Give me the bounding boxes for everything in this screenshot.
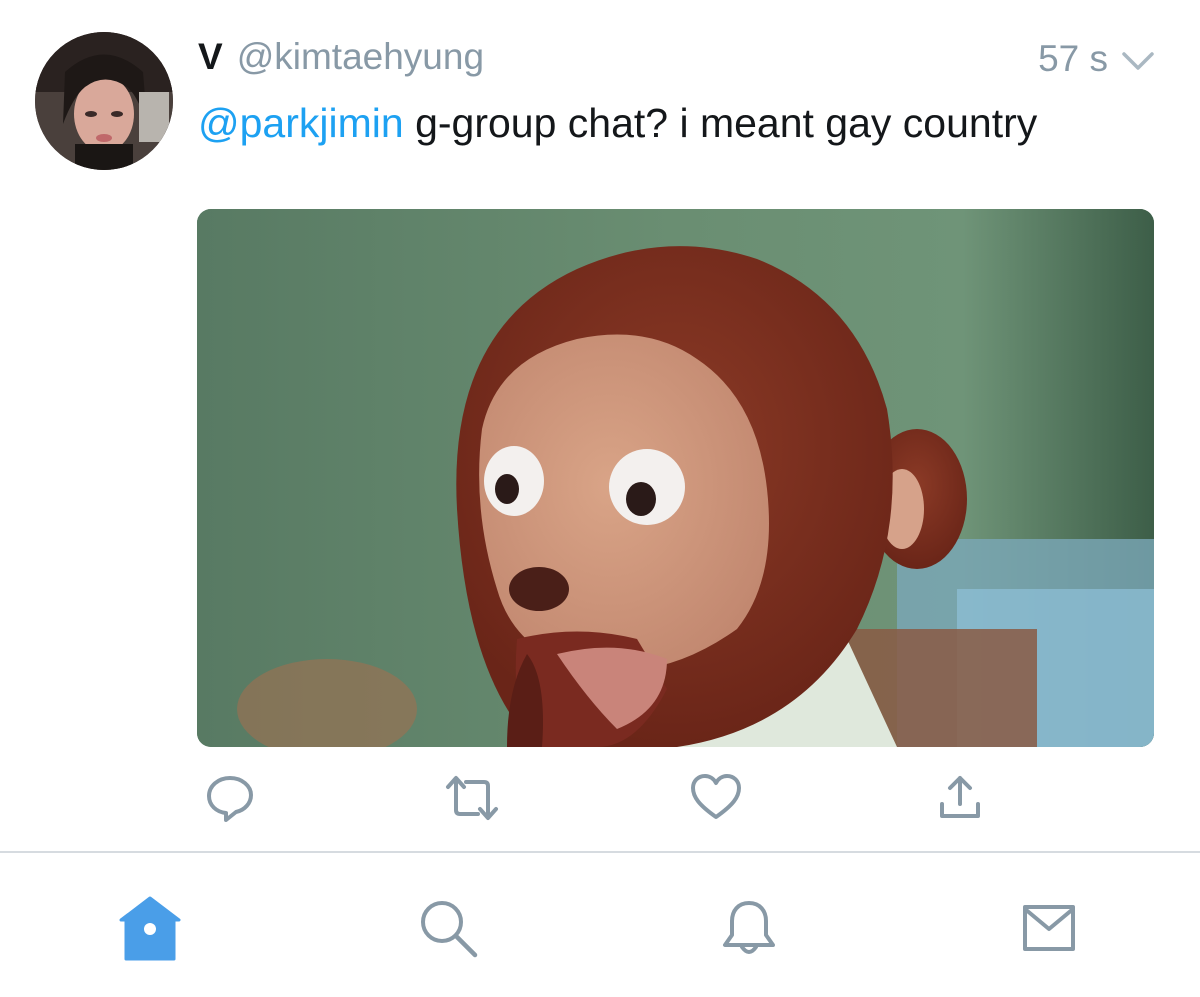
retweet-button[interactable]: [442, 770, 502, 826]
bell-icon: [723, 901, 775, 954]
tweet-actions: [0, 770, 1200, 826]
mail-icon: [1023, 905, 1075, 951]
search-icon: [421, 901, 478, 958]
chevron-down-icon[interactable]: [1120, 46, 1156, 76]
tab-home[interactable]: [115, 893, 185, 963]
monkey-puppet-image-icon: [197, 209, 1154, 747]
tweet-body: g-group chat? i meant gay country: [403, 100, 1038, 146]
user-handle[interactable]: @kimtaehyung: [237, 36, 484, 78]
tab-notifications[interactable]: [714, 893, 784, 963]
mention-link[interactable]: @parkjimin: [198, 100, 404, 146]
timestamp[interactable]: 57 s: [1038, 38, 1108, 80]
profile-photo-icon: [35, 32, 173, 170]
share-button[interactable]: [930, 770, 990, 826]
tweet[interactable]: V @kimtaehyung 57 s @parkjimin g-group c…: [0, 0, 1200, 852]
tab-messages[interactable]: [1014, 893, 1084, 963]
tweet-text: @parkjimin g-group chat? i meant gay cou…: [198, 96, 1098, 150]
tweet-media[interactable]: [197, 209, 1154, 747]
tab-search[interactable]: [413, 893, 483, 963]
like-button[interactable]: [686, 770, 746, 826]
reply-icon: [207, 776, 253, 822]
share-icon: [940, 776, 980, 818]
heart-icon: [691, 774, 741, 819]
tab-bar: [0, 853, 1200, 997]
avatar[interactable]: [35, 32, 173, 170]
tweet-header: V @kimtaehyung: [198, 36, 484, 86]
home-icon: [119, 896, 181, 961]
display-name[interactable]: V: [198, 36, 223, 78]
reply-button[interactable]: [200, 770, 260, 826]
retweet-icon: [446, 776, 498, 820]
